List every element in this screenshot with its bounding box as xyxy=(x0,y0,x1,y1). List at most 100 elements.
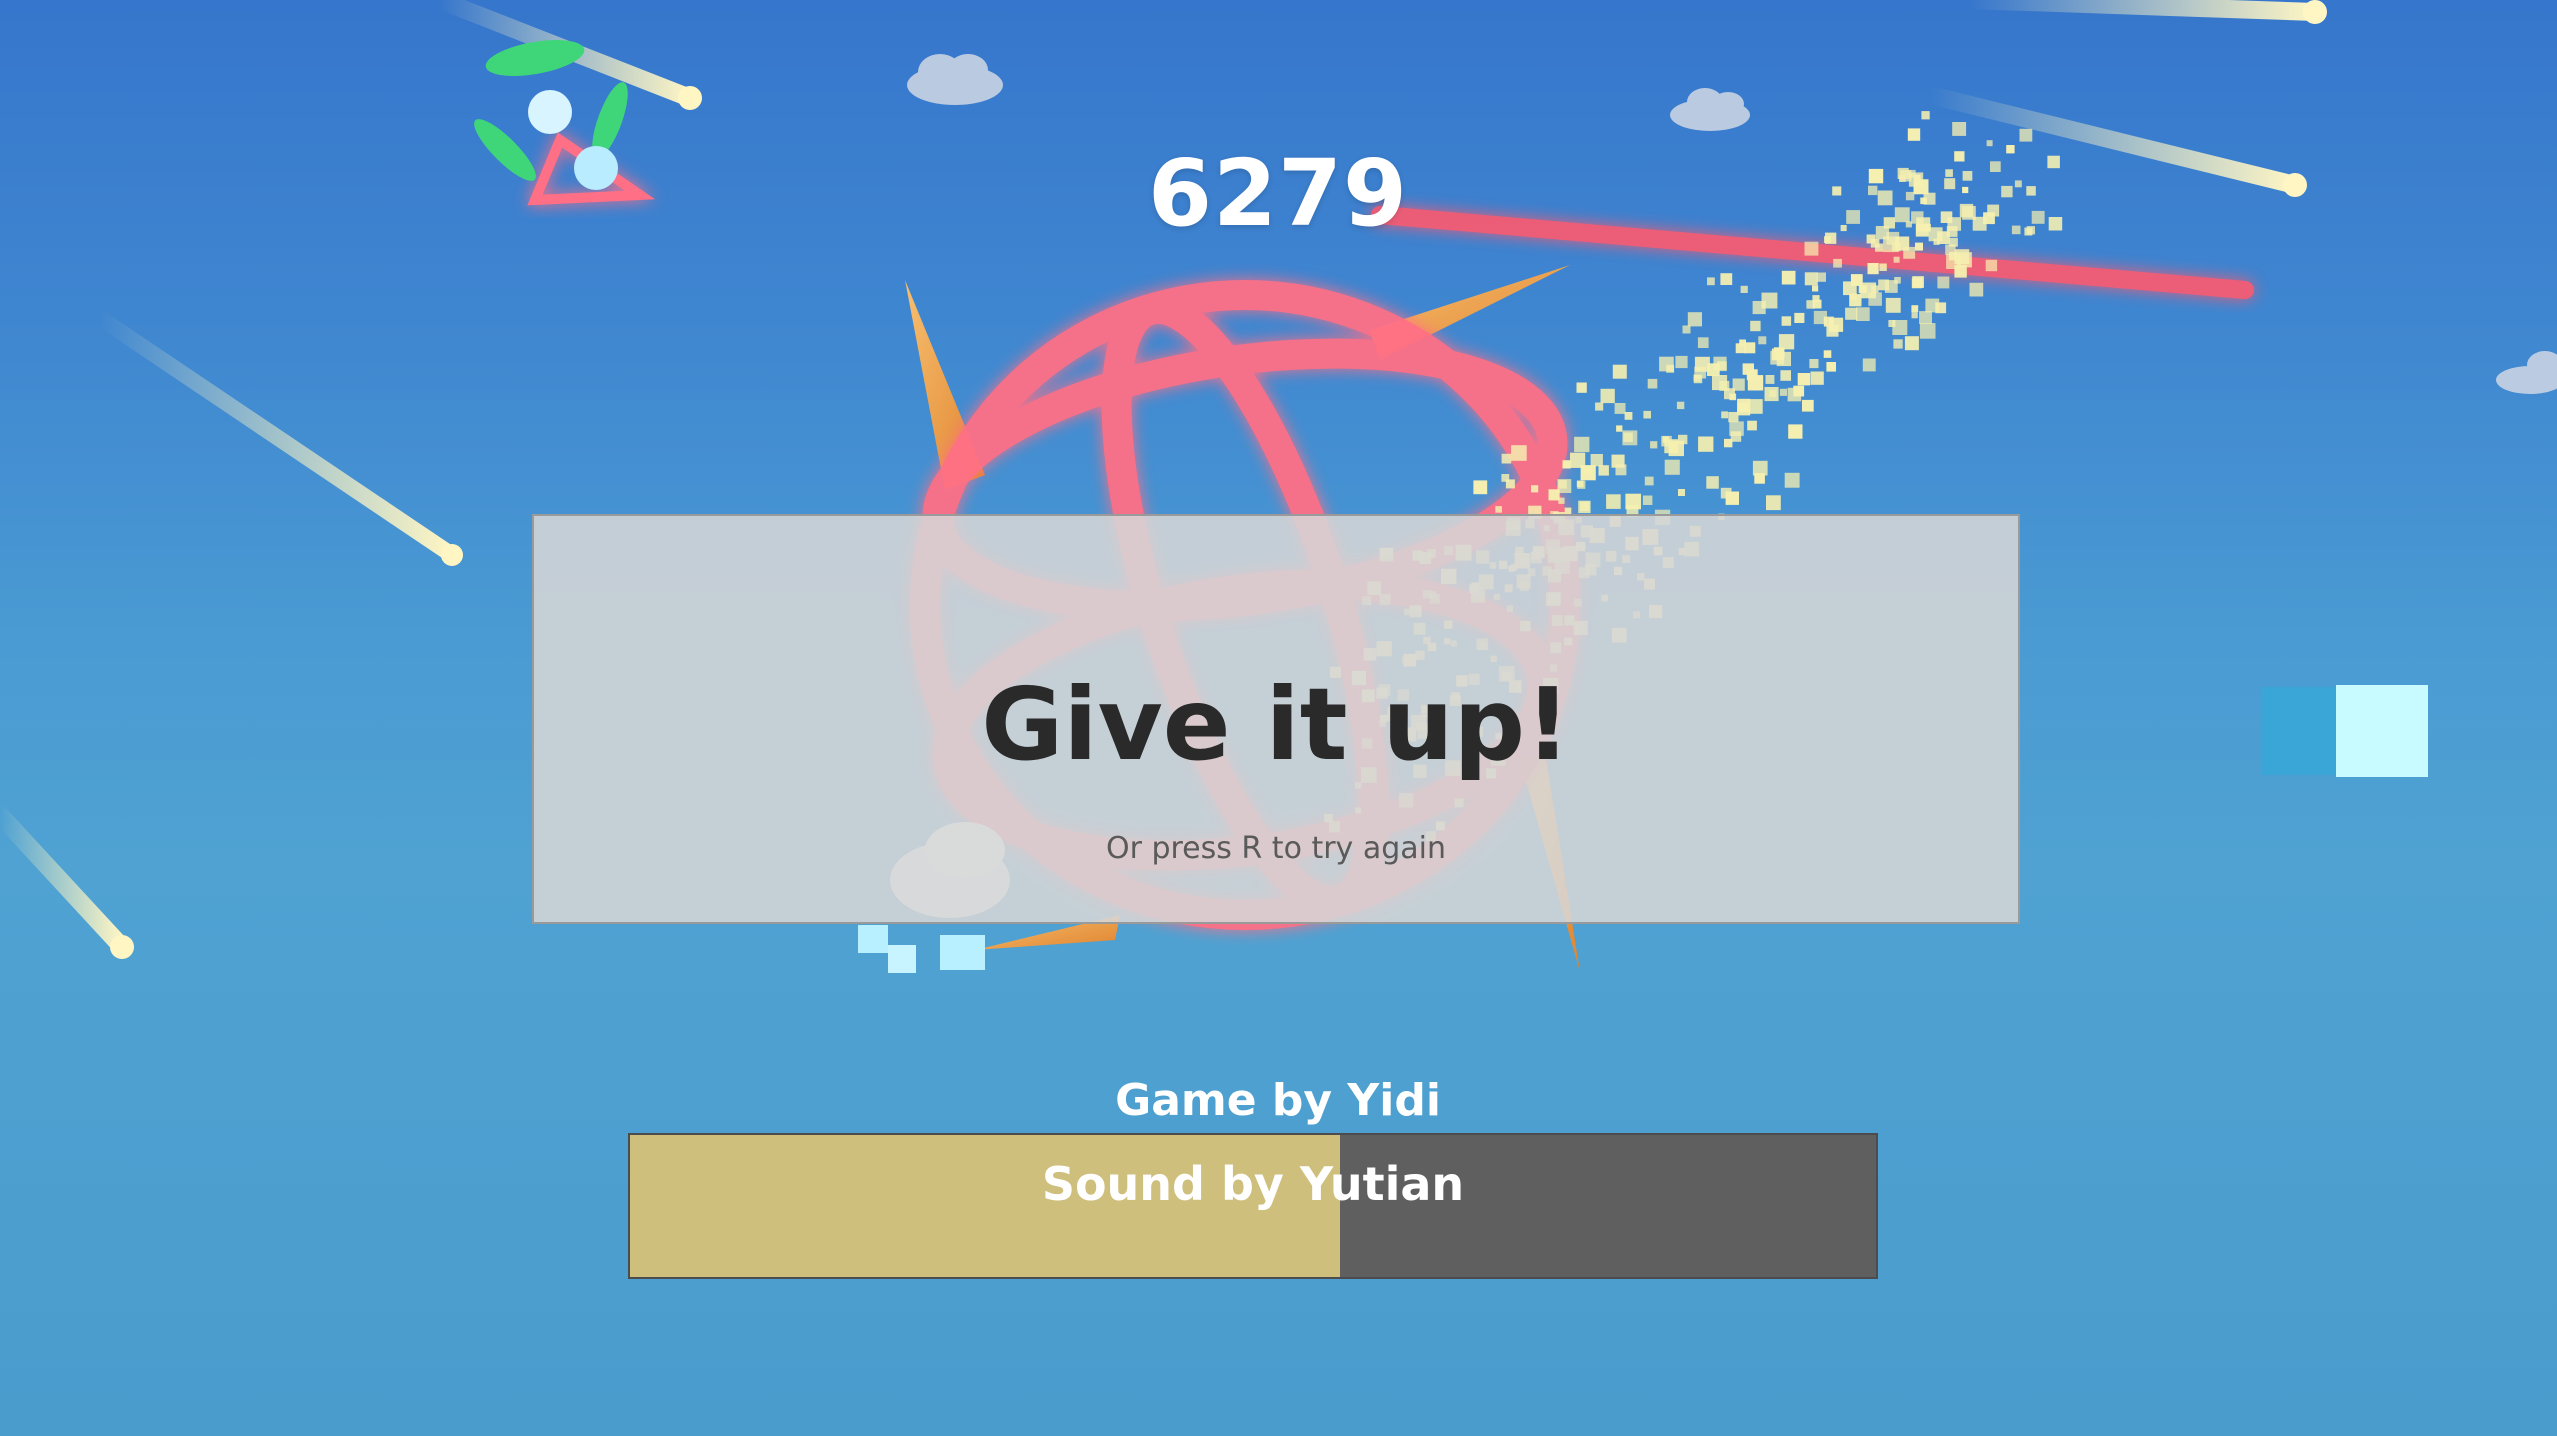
particle xyxy=(1920,197,1927,205)
particle xyxy=(1595,402,1604,411)
particle xyxy=(1766,495,1781,511)
particle xyxy=(1986,140,1993,147)
particle xyxy=(1725,491,1739,505)
comet xyxy=(1921,86,2307,197)
particle xyxy=(1878,279,1889,291)
particle xyxy=(1744,342,1756,354)
particle xyxy=(1495,506,1502,513)
particle xyxy=(1623,432,1633,442)
particle xyxy=(1826,362,1836,372)
particle xyxy=(1911,312,1918,319)
particle xyxy=(1615,464,1627,476)
particle xyxy=(1832,186,1842,196)
particle xyxy=(1962,186,1969,194)
particle xyxy=(1721,411,1729,419)
particle xyxy=(1729,393,1737,401)
particle xyxy=(1675,355,1688,369)
particle xyxy=(1779,388,1787,396)
game-over-dialog: Give it up! Or press R to try again xyxy=(532,514,2020,924)
particle xyxy=(1580,501,1590,512)
particle xyxy=(1867,263,1879,275)
particle xyxy=(1797,373,1811,386)
particle xyxy=(1644,476,1654,486)
cube xyxy=(2262,685,2428,777)
particle xyxy=(1802,399,1814,412)
particle xyxy=(1985,259,1998,272)
particle xyxy=(1893,339,1903,349)
particle xyxy=(1962,206,1976,220)
particle xyxy=(1707,363,1720,376)
particle xyxy=(1787,387,1802,402)
particle xyxy=(1781,316,1792,326)
particle xyxy=(1473,480,1488,495)
particle xyxy=(1668,440,1684,457)
particle xyxy=(1583,465,1593,475)
particle xyxy=(1892,320,1908,335)
particle xyxy=(1612,364,1627,379)
particle xyxy=(1828,317,1844,332)
particle xyxy=(1624,412,1633,420)
particle xyxy=(1937,276,1950,289)
particle xyxy=(1764,387,1779,402)
particle xyxy=(1748,399,1763,414)
particle xyxy=(1752,301,1766,315)
particle xyxy=(1905,191,1915,201)
particle xyxy=(1894,207,1910,223)
particle xyxy=(2019,128,2033,142)
particle xyxy=(1600,388,1615,404)
particle xyxy=(1788,424,1803,439)
particle xyxy=(1598,465,1609,476)
credits-progress-bar: Sound by Yutian xyxy=(628,1133,1878,1279)
particle xyxy=(1919,323,1936,339)
particle xyxy=(1933,238,1940,245)
cloud xyxy=(2496,351,2557,394)
particle xyxy=(1809,359,1819,369)
particle xyxy=(1850,293,1857,301)
particle xyxy=(1905,221,1912,228)
particle xyxy=(1750,320,1761,332)
particle xyxy=(1625,493,1641,510)
enemy-ship xyxy=(474,40,656,206)
particle xyxy=(1877,190,1893,206)
particle xyxy=(1916,217,1931,232)
particle xyxy=(1778,334,1795,350)
particle xyxy=(1531,485,1539,493)
particle xyxy=(1944,178,1956,190)
particle xyxy=(1574,436,1590,453)
particle xyxy=(1893,256,1900,263)
particle xyxy=(1949,237,1958,247)
particle xyxy=(1732,378,1745,391)
particle xyxy=(1576,382,1587,393)
particle xyxy=(1698,436,1714,452)
particle xyxy=(1719,380,1730,391)
particle xyxy=(2048,217,2063,231)
particle xyxy=(1812,285,1819,292)
particle xyxy=(1904,336,1919,351)
particle xyxy=(2026,186,2036,196)
particle xyxy=(1954,249,1970,264)
particle xyxy=(1804,272,1818,286)
particle xyxy=(1606,494,1621,509)
particle xyxy=(1954,151,1965,162)
particle xyxy=(1784,472,1800,488)
particle xyxy=(1885,297,1901,313)
particle xyxy=(1735,343,1746,354)
particle xyxy=(1642,495,1653,505)
particle xyxy=(1915,242,1923,251)
particle xyxy=(2014,180,2022,188)
particle xyxy=(1850,274,1863,286)
particle xyxy=(1678,489,1685,496)
particle xyxy=(1501,453,1512,464)
particle xyxy=(1925,298,1940,313)
particle xyxy=(2011,225,2021,235)
particle xyxy=(1643,410,1651,419)
cloud xyxy=(907,54,1003,105)
particle xyxy=(2001,185,2013,198)
particle xyxy=(1804,241,1819,256)
particle xyxy=(1682,325,1691,334)
comet xyxy=(1961,0,2327,24)
particle xyxy=(1650,441,1658,449)
particle xyxy=(1823,350,1832,358)
particle xyxy=(1816,272,1826,282)
particle xyxy=(2047,155,2060,169)
